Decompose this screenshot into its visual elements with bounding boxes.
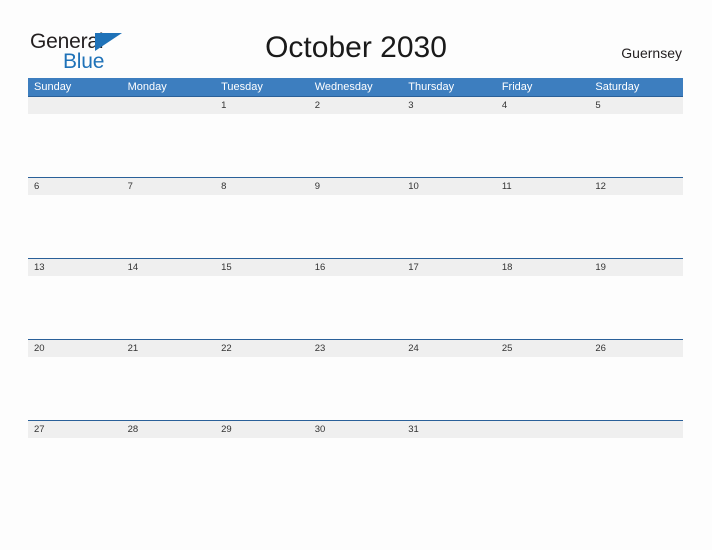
week-date-band: 6 7 8 9 10 11 12: [28, 177, 683, 195]
day-cell[interactable]: 12: [589, 178, 683, 195]
day-cell[interactable]: 24: [402, 340, 496, 357]
day-cell[interactable]: 3: [402, 97, 496, 114]
day-cell[interactable]: 6: [28, 178, 122, 195]
week-notes-area[interactable]: [28, 357, 683, 420]
day-cell[interactable]: 31: [402, 421, 496, 438]
day-cell[interactable]: 4: [496, 97, 590, 114]
calendar-week-row: 1 2 3 4 5: [28, 96, 683, 177]
day-cell[interactable]: 20: [28, 340, 122, 357]
calendar-week-row: 20 21 22 23 24 25 26: [28, 339, 683, 420]
day-of-week-friday: Friday: [501, 81, 533, 93]
day-cell[interactable]: [589, 421, 683, 438]
day-cell[interactable]: 28: [122, 421, 216, 438]
day-cell[interactable]: [122, 97, 216, 114]
day-cell[interactable]: 21: [122, 340, 216, 357]
day-cell[interactable]: 11: [496, 178, 590, 195]
day-cell[interactable]: 29: [215, 421, 309, 438]
day-cell[interactable]: 23: [309, 340, 403, 357]
day-cell[interactable]: 15: [215, 259, 309, 276]
week-notes-area[interactable]: [28, 114, 683, 177]
week-date-band: 20 21 22 23 24 25 26: [28, 339, 683, 357]
location-label: Guernsey: [621, 45, 682, 61]
day-cell[interactable]: 30: [309, 421, 403, 438]
page-header: General Blue October 2030 Guernsey: [0, 0, 712, 78]
page-title: October 2030: [265, 31, 447, 64]
day-of-week-monday: Monday: [127, 81, 167, 93]
day-cell[interactable]: 9: [309, 178, 403, 195]
week-date-band: 1 2 3 4 5: [28, 96, 683, 114]
day-cell[interactable]: 16: [309, 259, 403, 276]
week-notes-area[interactable]: [28, 195, 683, 258]
day-cell[interactable]: 13: [28, 259, 122, 276]
day-cell[interactable]: 25: [496, 340, 590, 357]
week-date-band: 13 14 15 16 17 18 19: [28, 258, 683, 276]
day-of-week-sunday: Sunday: [34, 81, 72, 93]
day-cell[interactable]: 22: [215, 340, 309, 357]
day-cell[interactable]: 5: [589, 97, 683, 114]
day-cell[interactable]: 10: [402, 178, 496, 195]
day-cell[interactable]: 14: [122, 259, 216, 276]
calendar-page: General Blue October 2030 Guernsey Sunda…: [0, 0, 712, 550]
day-cell[interactable]: 2: [309, 97, 403, 114]
week-notes-area[interactable]: [28, 276, 683, 339]
day-cell[interactable]: 27: [28, 421, 122, 438]
calendar-grid: Sunday Monday Tuesday Wednesday Thursday…: [28, 78, 683, 501]
day-of-week-saturday: Saturday: [595, 81, 640, 93]
week-notes-area[interactable]: [28, 438, 683, 501]
day-of-week-thursday: Thursday: [408, 81, 455, 93]
calendar-week-row: 27 28 29 30 31: [28, 420, 683, 501]
day-cell[interactable]: 7: [122, 178, 216, 195]
day-cell[interactable]: 19: [589, 259, 683, 276]
day-of-week-wednesday: Wednesday: [314, 81, 373, 93]
calendar-week-row: 6 7 8 9 10 11 12: [28, 177, 683, 258]
day-cell[interactable]: 1: [215, 97, 309, 114]
day-of-week-header: Sunday Monday Tuesday Wednesday Thursday…: [28, 78, 683, 96]
day-of-week-tuesday: Tuesday: [221, 81, 263, 93]
calendar-week-row: 13 14 15 16 17 18 19: [28, 258, 683, 339]
day-cell[interactable]: [496, 421, 590, 438]
day-cell[interactable]: 8: [215, 178, 309, 195]
day-cell[interactable]: 26: [589, 340, 683, 357]
week-date-band: 27 28 29 30 31: [28, 420, 683, 438]
day-cell[interactable]: 18: [496, 259, 590, 276]
day-cell[interactable]: [28, 97, 122, 114]
day-cell[interactable]: 17: [402, 259, 496, 276]
